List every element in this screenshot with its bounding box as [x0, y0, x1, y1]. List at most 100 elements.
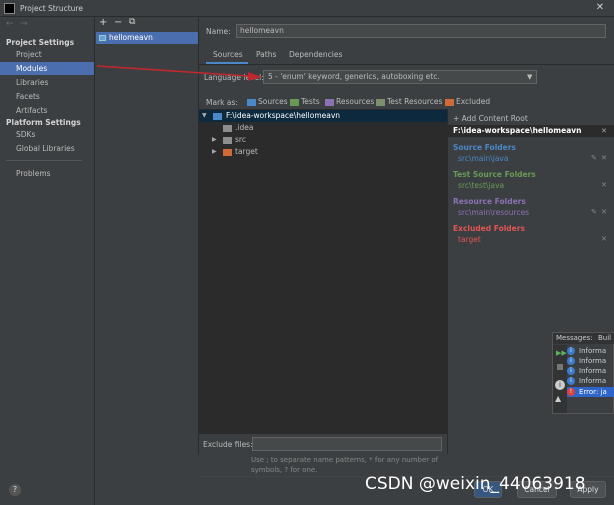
tree-row-target[interactable]: ▶ target	[199, 146, 447, 158]
nav-item-libraries[interactable]: Libraries	[0, 76, 94, 89]
resource-folder-path: src\main\resources	[458, 208, 530, 217]
excluded-folders-header: Excluded Folders	[453, 224, 525, 233]
copy-module-icon[interactable]: ⧉	[129, 17, 135, 27]
title-bar	[0, 0, 614, 17]
source-folders-header: Source Folders	[453, 143, 516, 152]
folder-icon	[223, 125, 232, 132]
info-icon: i	[567, 377, 575, 385]
nav-item-project[interactable]: Project	[0, 48, 94, 61]
chevron-down-icon[interactable]: ▼	[202, 110, 207, 122]
message-row[interactable]: Informa	[579, 367, 614, 375]
excluded-folder-icon	[223, 149, 232, 156]
remove-icon[interactable]: ✕	[601, 181, 607, 189]
tree-row-label: target	[235, 147, 258, 156]
tab-dependencies[interactable]: Dependencies	[289, 50, 342, 59]
help-icon[interactable]: ?	[9, 484, 21, 496]
message-row-error[interactable]: Error: ja	[579, 388, 614, 396]
project-settings-header: Project Settings	[6, 38, 75, 47]
forward-arrow-icon[interactable]: →	[20, 19, 28, 29]
module-name: hellomeavn	[109, 33, 153, 42]
exclude-files-label: Exclude files:	[203, 440, 253, 449]
window-title: Project Structure	[20, 4, 83, 13]
add-module-icon[interactable]: +	[99, 17, 107, 28]
mark-label: Excluded	[456, 97, 491, 106]
tree-row-idea[interactable]: .idea	[199, 122, 447, 134]
tab-divider	[199, 64, 614, 65]
warning-filter-icon[interactable]: ▲	[555, 394, 561, 403]
mark-as-sources-button[interactable]: Sources	[247, 97, 288, 106]
test-source-folders-header: Test Source Folders	[453, 170, 536, 179]
nav-item-sdks[interactable]: SDKs	[0, 128, 94, 141]
nav-item-global-libraries[interactable]: Global Libraries	[0, 142, 94, 155]
csdn-watermark: CSDN @weixin_44063918	[365, 474, 586, 494]
remove-root-icon[interactable]: ✕	[601, 127, 607, 135]
folder-icon	[223, 137, 232, 144]
language-level-select[interactable]: 5 - 'enum' keyword, generics, autoboxing…	[263, 70, 537, 84]
resource-folders-header: Resource Folders	[453, 197, 526, 206]
close-icon[interactable]: ✕	[594, 2, 606, 13]
info-icon: i	[567, 347, 575, 355]
module-name-field[interactable]: hellomeavn	[236, 24, 606, 38]
remove-icon[interactable]: ✕	[601, 154, 607, 162]
nav-item-artifacts[interactable]: Artifacts	[0, 104, 94, 117]
tests-folder-icon	[290, 99, 299, 106]
tree-row-label: src	[235, 135, 246, 144]
tree-row-root[interactable]: ▼ F:\idea-workspace\hellomeavn	[199, 110, 447, 122]
mark-as-test-resources-button[interactable]: Test Resources	[376, 97, 442, 106]
chevron-right-icon[interactable]: ▶	[212, 134, 217, 146]
back-arrow-icon[interactable]: ←	[6, 19, 14, 29]
message-row[interactable]: Informa	[579, 357, 614, 365]
mark-label: Tests	[301, 97, 320, 106]
info-filter-icon[interactable]: i	[555, 380, 565, 390]
remove-module-icon[interactable]: −	[114, 17, 122, 28]
stop-icon[interactable]	[557, 364, 563, 370]
rerun-icon[interactable]: ▶▶	[556, 349, 567, 357]
nav-item-problems[interactable]: Problems	[0, 167, 94, 180]
edit-icon[interactable]: ✎	[591, 208, 597, 216]
mark-as-label: Mark as:	[206, 98, 238, 107]
error-icon: !	[567, 388, 575, 396]
tab-sources[interactable]: Sources	[213, 50, 243, 59]
module-list-panel	[95, 17, 199, 455]
module-list-item[interactable]: hellomeavn	[96, 32, 198, 44]
mark-label: Resources	[336, 97, 375, 106]
nav-item-modules[interactable]: Modules	[0, 62, 94, 75]
tab-paths[interactable]: Paths	[256, 50, 276, 59]
messages-tab[interactable]: Messages:	[556, 334, 593, 342]
app-icon	[4, 3, 15, 14]
tree-root-label: F:\idea-workspace\hellomeavn	[226, 111, 341, 120]
test-source-folder-path: src\test\java	[458, 181, 505, 190]
mark-as-excluded-button[interactable]: Excluded	[445, 97, 490, 106]
source-folder-path: src\main\java	[458, 154, 509, 163]
info-icon: i	[567, 367, 575, 375]
tree-row-label: .idea	[235, 123, 254, 132]
chevron-right-icon[interactable]: ▶	[212, 146, 217, 158]
resources-folder-icon	[325, 99, 334, 106]
remove-icon[interactable]: ✕	[601, 235, 607, 243]
test-resources-folder-icon	[376, 99, 385, 106]
exclude-files-input[interactable]	[252, 437, 442, 451]
excluded-folder-path: target	[458, 235, 481, 244]
info-icon: i	[567, 357, 575, 365]
build-tab[interactable]: Buil	[598, 334, 611, 342]
mark-as-resources-button[interactable]: Resources	[325, 97, 374, 106]
mark-label: Test Resources	[387, 97, 443, 106]
nav-item-facets[interactable]: Facets	[0, 90, 94, 103]
add-content-root-button[interactable]: + Add Content Root	[453, 114, 528, 123]
message-row[interactable]: Informa	[579, 377, 614, 385]
mark-as-tests-button[interactable]: Tests	[290, 97, 320, 106]
module-folder-icon	[99, 35, 106, 41]
remove-icon[interactable]: ✕	[601, 208, 607, 216]
nav-divider	[6, 160, 82, 161]
sources-folder-icon	[247, 99, 256, 106]
content-root-path: F:\idea-workspace\hellomeavn	[448, 125, 614, 137]
tree-row-src[interactable]: ▶ src	[199, 134, 447, 146]
excluded-folder-icon	[445, 99, 454, 106]
name-label: Name:	[206, 27, 231, 36]
folder-icon	[213, 113, 222, 120]
message-row[interactable]: Informa	[579, 347, 614, 355]
chevron-down-icon[interactable]: ▼	[527, 73, 532, 81]
exclude-files-hint: Use ; to separate name patterns, * for a…	[251, 456, 439, 474]
edit-icon[interactable]: ✎	[591, 154, 597, 162]
language-level-label: Language level:	[204, 73, 264, 82]
